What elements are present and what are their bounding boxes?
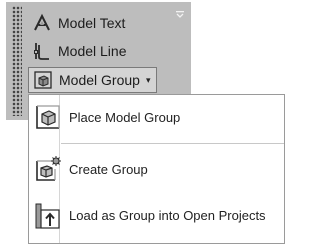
menu-item-label: Place Model Group [69,109,181,125]
panel-grip-handle[interactable] [12,6,22,116]
panel-expander-icon[interactable] [175,7,185,18]
menu-item-place-model-group[interactable]: Place Model Group [29,97,284,137]
create-group-icon [33,152,63,186]
model-line-icon [32,41,52,61]
model-text-button[interactable]: Model Text [32,11,125,35]
load-as-group-icon [33,198,63,232]
model-group-dropdown-menu: Place Model Group Create Group Load as G… [28,94,285,244]
model-group-label: Model Group [59,72,140,88]
menu-item-create-group[interactable]: Create Group [29,149,284,189]
menu-item-load-as-group[interactable]: Load as Group into Open Projects [29,195,284,235]
menu-item-label: Create Group [69,161,148,177]
place-model-group-icon [33,100,63,134]
model-text-label: Model Text [58,15,126,31]
model-group-dropdown-button[interactable]: Model Group ▾ [28,67,158,93]
model-group-icon [33,70,53,90]
model-line-label: Model Line [58,43,127,59]
menu-separator [61,143,284,144]
chevron-down-icon: ▾ [145,74,151,85]
model-line-button[interactable]: Model Line [32,39,127,63]
model-text-icon [32,13,52,33]
menu-item-label: Load as Group into Open Projects [69,207,266,223]
